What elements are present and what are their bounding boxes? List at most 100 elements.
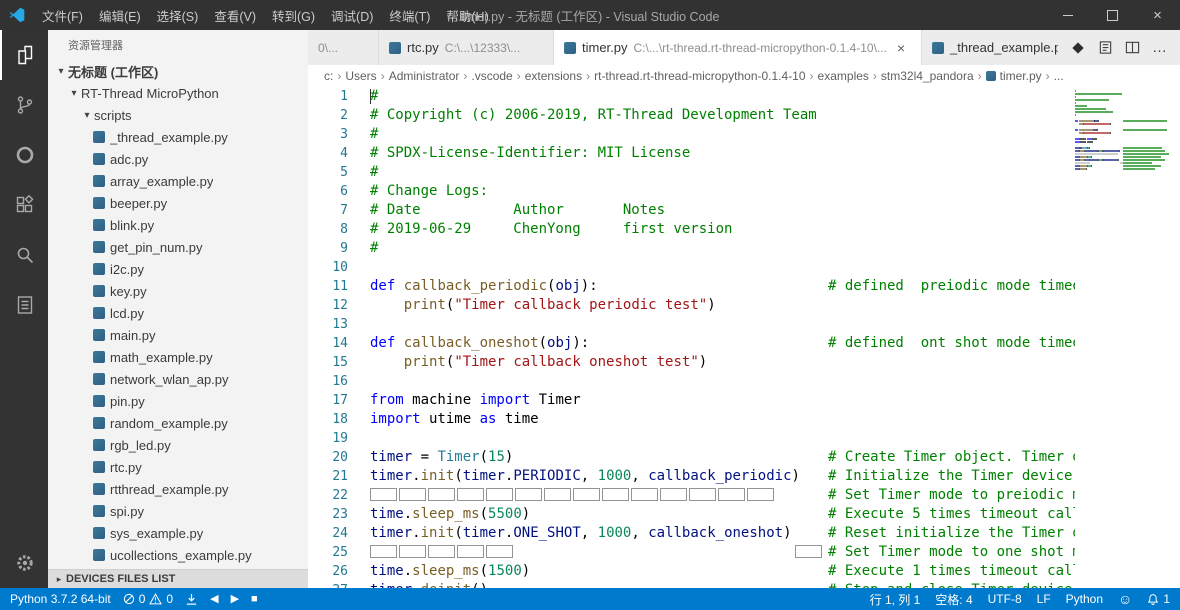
breadcrumb-item-users[interactable]: Users xyxy=(345,69,376,83)
maximize-button[interactable] xyxy=(1090,0,1135,30)
code-line[interactable]: 12 print("Timer callback periodic test") xyxy=(308,296,1075,315)
minimize-button[interactable] xyxy=(1045,0,1090,30)
menu-item-s[interactable]: 选择(S) xyxy=(149,6,207,25)
tree-file-main-py[interactable]: main.py xyxy=(48,324,308,346)
breadcrumb-item-vscode[interactable]: .vscode xyxy=(471,69,512,83)
run-button[interactable]: ▶ xyxy=(231,593,239,605)
split-editor-icon[interactable] xyxy=(1125,40,1140,55)
code-line[interactable]: 15 print("Timer callback oneshot test") xyxy=(308,353,1075,372)
tree-folder-rt-thread-micropython[interactable]: ▾ RT-Thread MicroPython xyxy=(48,82,308,104)
code-line[interactable]: 9 # xyxy=(308,239,1075,258)
tree-file-rgb-led-py[interactable]: rgb_led.py xyxy=(48,434,308,456)
menu-item-v[interactable]: 查看(V) xyxy=(206,6,264,25)
code-line[interactable]: 20 timer = Timer(15) # Create Timer object… xyxy=(308,448,1075,467)
search-icon[interactable] xyxy=(0,230,48,280)
open-preview-icon[interactable] xyxy=(1098,40,1113,55)
tab-thread-example-py[interactable]: _thread_example.pyC:\ xyxy=(922,30,1058,65)
tree-file-i2c-py[interactable]: i2c.py xyxy=(48,258,308,280)
settings-gear-icon[interactable] xyxy=(0,538,48,588)
code-line[interactable]: 23 time.sleep_ms(5500) # Execute 5 times t… xyxy=(308,505,1075,524)
encoding-setting[interactable]: UTF-8 xyxy=(988,592,1022,606)
code-line[interactable]: 17 from machine import Timer xyxy=(308,391,1075,410)
stop-button[interactable]: ■ xyxy=(251,593,258,605)
download-to-device-button[interactable] xyxy=(185,593,198,606)
code-line[interactable]: 14 def callback_oneshot(obj): # defined on… xyxy=(308,334,1075,353)
extensions-icon[interactable] xyxy=(0,180,48,230)
breadcrumb-item-timer-py[interactable]: timer.py xyxy=(1000,69,1042,83)
code-line[interactable]: 18 import utime as time xyxy=(308,410,1075,429)
tree-file-pin-py[interactable]: pin.py xyxy=(48,390,308,412)
code-line[interactable]: 2 # Copyright (c) 2006-2019, RT-Thread De… xyxy=(308,106,1075,125)
code-line[interactable]: 11 def callback_periodic(obj): # defined p… xyxy=(308,277,1075,296)
code-line[interactable]: 3 # xyxy=(308,125,1075,144)
tab-partial[interactable]: 0\... xyxy=(308,30,379,65)
tree-file-rtthread-example-py[interactable]: rtthread_example.py xyxy=(48,478,308,500)
python-interpreter[interactable]: Python 3.7.2 64-bit xyxy=(10,592,111,606)
tree-file-lcd-py[interactable]: lcd.py xyxy=(48,302,308,324)
problems-indicator[interactable]: 0 0 xyxy=(123,592,173,606)
tree-file-thread-example-py[interactable]: _thread_example.py xyxy=(48,126,308,148)
tree-file-rtc-py[interactable]: rtc.py xyxy=(48,456,308,478)
cursor-position[interactable]: 行 1, 列 1 xyxy=(870,591,921,608)
eol-setting[interactable]: LF xyxy=(1037,592,1051,606)
close-button[interactable]: × xyxy=(1135,0,1180,30)
menu-item-f[interactable]: 文件(F) xyxy=(34,6,91,25)
code-line[interactable]: 25 # Set Timer mode to one shot mode xyxy=(308,543,1075,562)
code-line[interactable]: 21 timer.init(timer.PERIODIC, 1000, callb… xyxy=(308,467,1075,486)
menu-item-e[interactable]: 编辑(E) xyxy=(91,6,149,25)
breadcrumb-item-stm32l4-pandora[interactable]: stm32l4_pandora xyxy=(881,69,974,83)
sync-board-button[interactable]: ◀ xyxy=(210,593,218,605)
language-mode[interactable]: Python xyxy=(1066,592,1103,606)
tree-file-get-pin-num-py[interactable]: get_pin_num.py xyxy=(48,236,308,258)
code-line[interactable]: 4 # SPDX-License-Identifier: MIT License xyxy=(308,144,1075,163)
code-line[interactable]: 1 # xyxy=(308,87,1075,106)
devices-files-list-section[interactable]: ▸ DEVICES FILES LIST xyxy=(48,569,308,588)
menu-item-h[interactable]: 帮助(H) xyxy=(438,6,496,25)
more-actions-icon[interactable]: … xyxy=(1152,39,1168,56)
code-line[interactable]: 6 # Change Logs: xyxy=(308,182,1075,201)
editor[interactable]: 1 #2 # Copyright (c) 2006-2019, RT-Thread … xyxy=(308,87,1180,588)
tree-file-network-wlan-ap-py[interactable]: network_wlan_ap.py xyxy=(48,368,308,390)
code-line[interactable]: 7 # Date Author Notes xyxy=(308,201,1075,220)
close-icon[interactable]: × xyxy=(897,40,905,56)
explorer-icon[interactable] xyxy=(0,30,48,80)
source-control-icon[interactable] xyxy=(0,80,48,130)
code-line[interactable]: 13 xyxy=(308,315,1075,334)
feedback-smiley-icon[interactable]: ☺ xyxy=(1118,591,1132,607)
tree-file-beeper-py[interactable]: beeper.py xyxy=(48,192,308,214)
tab-rtc-py[interactable]: rtc.py C:\...\12333\... xyxy=(379,30,554,65)
code-line[interactable]: 5 # xyxy=(308,163,1075,182)
menu-item-t[interactable]: 终端(T) xyxy=(381,6,438,25)
breadcrumb-item-administrator[interactable]: Administrator xyxy=(389,69,460,83)
breadcrumb-item-examples[interactable]: examples xyxy=(818,69,869,83)
minimap[interactable] xyxy=(1075,87,1180,588)
menu-item-g[interactable]: 转到(G) xyxy=(264,6,323,25)
code-line[interactable]: 10 xyxy=(308,258,1075,277)
device-files-icon[interactable] xyxy=(0,280,48,330)
menu-item-d[interactable]: 调试(D) xyxy=(323,6,381,25)
code-line[interactable]: 26 time.sleep_ms(1500) # Execute 1 times t… xyxy=(308,562,1075,581)
tree-file-random-example-py[interactable]: random_example.py xyxy=(48,412,308,434)
notifications-bell[interactable]: 1 xyxy=(1147,592,1170,606)
tree-file-spi-py[interactable]: spi.py xyxy=(48,500,308,522)
code-line[interactable]: 22 # Set Timer mode to preiodic mode. Set… xyxy=(308,486,1075,505)
code-line[interactable]: 16 xyxy=(308,372,1075,391)
tree-file-key-py[interactable]: key.py xyxy=(48,280,308,302)
breadcrumb-item-[interactable]: ... xyxy=(1054,69,1064,83)
code-line[interactable]: 19 xyxy=(308,429,1075,448)
tree-file-array-example-py[interactable]: array_example.py xyxy=(48,170,308,192)
tree-file-math-example-py[interactable]: math_example.py xyxy=(48,346,308,368)
tree-file-ucollections-example-py[interactable]: ucollections_example.py xyxy=(48,544,308,566)
open-changes-icon[interactable] xyxy=(1070,40,1086,56)
tree-file-blink-py[interactable]: blink.py xyxy=(48,214,308,236)
tree-file-sys-example-py[interactable]: sys_example.py xyxy=(48,522,308,544)
tree-folder-scripts[interactable]: ▾ scripts xyxy=(48,104,308,126)
code-line[interactable]: 24 timer.init(timer.ONE_SHOT, 1000, callb… xyxy=(308,524,1075,543)
indentation-setting[interactable]: 空格: 4 xyxy=(935,591,972,608)
breadcrumb-item-rt-thread-rt-thread-micropython-0-1-4-10[interactable]: rt-thread.rt-thread-micropython-0.1.4-10 xyxy=(594,69,805,83)
code-line[interactable]: 27timer.deinit()# Stop and close Timer d… xyxy=(308,581,1075,588)
tree-folder-[interactable]: ▾ 无标题 (工作区) xyxy=(48,60,308,82)
code-line[interactable]: 8 # 2019-06-29 ChenYong first version xyxy=(308,220,1075,239)
rt-thread-extension-icon[interactable] xyxy=(0,130,48,180)
breadcrumb-item-extensions[interactable]: extensions xyxy=(525,69,582,83)
